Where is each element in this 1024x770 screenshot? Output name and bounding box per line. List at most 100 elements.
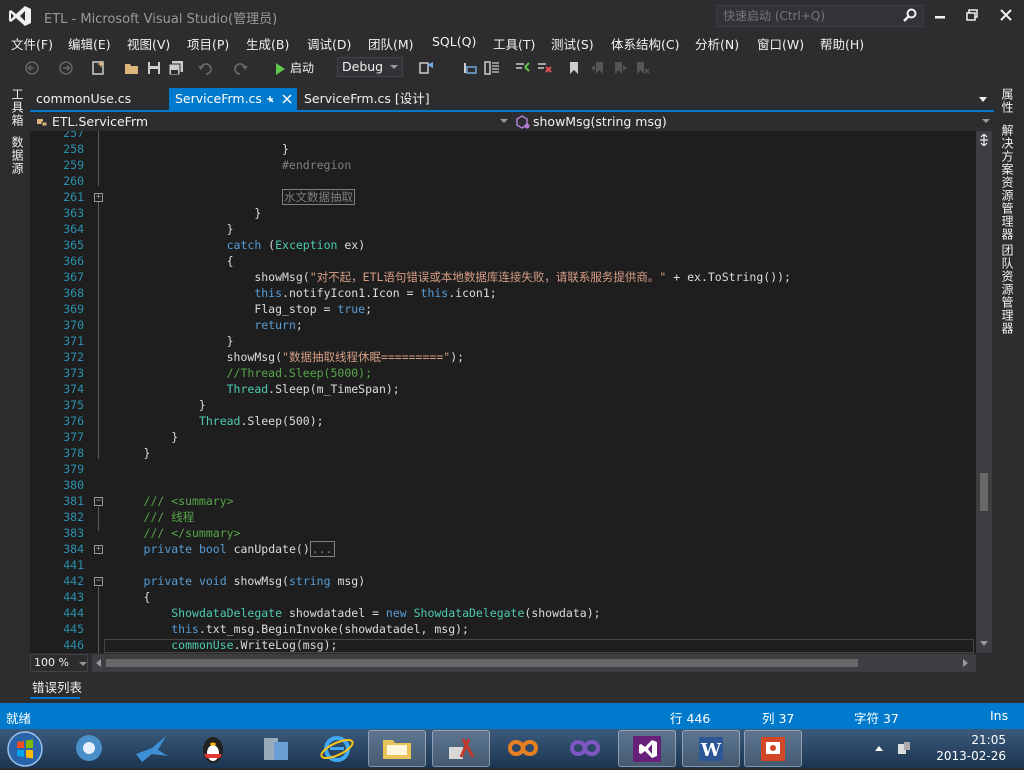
- properties-tab[interactable]: 属性: [999, 88, 1016, 114]
- scroll-left-icon[interactable]: [95, 659, 101, 667]
- uncomment-icon[interactable]: [536, 60, 552, 76]
- menu-edit[interactable]: 编辑(E): [68, 34, 111, 53]
- vertical-scrollbar[interactable]: [976, 131, 992, 653]
- scroll-right-icon[interactable]: [963, 659, 969, 667]
- minimize-button[interactable]: [926, 4, 954, 26]
- bird-icon: [136, 736, 168, 762]
- line-number: 363: [63, 206, 84, 220]
- zoom-select[interactable]: 100 %: [30, 654, 88, 672]
- device-tray-icon[interactable]: [896, 740, 912, 756]
- menu-window[interactable]: 窗口(W): [757, 34, 804, 53]
- chevron-down-icon[interactable]: [500, 119, 508, 123]
- menu-view[interactable]: 视图(V): [127, 34, 170, 53]
- line-number: 369: [63, 302, 84, 316]
- menu-sql[interactable]: SQL(Q): [432, 34, 476, 49]
- chevron-down-icon[interactable]: [982, 119, 990, 123]
- taskbar-powerpoint[interactable]: [744, 730, 802, 767]
- taskbar-qq[interactable]: [184, 730, 242, 767]
- solution-explorer-tab[interactable]: 解决方案资源管理器: [999, 124, 1016, 241]
- line-number-gutter: 257 258 259 260 261 363 364 365 366 367 …: [30, 131, 90, 653]
- tab-serviceform-code[interactable]: ServiceFrm.cs: [169, 88, 297, 110]
- system-clock[interactable]: 21:05 2013-02-26: [936, 732, 1006, 764]
- menu-architecture[interactable]: 体系结构(C): [611, 34, 679, 53]
- code-line: }: [102, 334, 234, 348]
- taskbar-visual-studio[interactable]: [618, 730, 676, 767]
- line-number: 375: [63, 398, 84, 412]
- menu-debug[interactable]: 调试(D): [307, 34, 351, 53]
- taskbar-bird-app[interactable]: [122, 730, 180, 767]
- pin-icon[interactable]: [265, 94, 275, 104]
- taskbar-explorer[interactable]: [368, 730, 426, 767]
- bookmark-icon[interactable]: [566, 60, 582, 76]
- menu-tools[interactable]: 工具(T): [493, 34, 535, 53]
- tab-commonuse[interactable]: commonUse.cs: [30, 88, 170, 110]
- menu-team[interactable]: 团队(M): [368, 34, 414, 53]
- clear-bookmarks-icon[interactable]: [634, 60, 650, 76]
- horizontal-scrollbar[interactable]: [92, 654, 976, 672]
- undo-icon[interactable]: [198, 60, 214, 76]
- redo-icon[interactable]: [232, 60, 248, 76]
- error-list-tab[interactable]: 错误列表: [32, 677, 82, 696]
- menu-test[interactable]: 测试(S): [551, 34, 594, 53]
- list-members-icon[interactable]: [484, 60, 500, 76]
- scroll-down-icon[interactable]: [980, 641, 988, 647]
- line-number: 442: [63, 574, 84, 588]
- taskbar-word[interactable]: W: [682, 730, 740, 767]
- quick-launch-input[interactable]: [723, 8, 893, 24]
- toolbox-tab[interactable]: 工具箱: [9, 88, 26, 127]
- taskbar-media-player[interactable]: [60, 730, 118, 767]
- visual-studio-icon: [633, 736, 661, 762]
- line-number: 376: [63, 414, 84, 428]
- status-column: 列 37: [762, 711, 795, 726]
- menu-analyze[interactable]: 分析(N): [695, 34, 739, 53]
- data-sources-tab[interactable]: 数据源: [9, 136, 26, 175]
- taskbar-tools-app[interactable]: [432, 730, 490, 767]
- collapsed-region[interactable]: 水文数据抽取: [282, 189, 356, 205]
- save-all-icon[interactable]: [168, 60, 184, 76]
- new-project-icon[interactable]: [90, 60, 106, 76]
- restore-button[interactable]: [958, 4, 986, 26]
- line-number: 368: [63, 286, 84, 300]
- comment-icon[interactable]: [514, 60, 530, 76]
- collapsed-method[interactable]: ...: [309, 541, 335, 557]
- menu-help[interactable]: 帮助(H): [820, 34, 864, 53]
- taskbar-vs-launcher[interactable]: [556, 730, 614, 767]
- menu-build[interactable]: 生成(B): [246, 34, 289, 53]
- code-line: showMsg("对不起，ETL语句错误或本地数据库连接失败，请联系服务提供商。…: [102, 270, 791, 284]
- navigation-bar: ETL.ServiceFrm showMsg(string msg): [30, 112, 992, 132]
- scroll-thumb[interactable]: [980, 473, 988, 511]
- scroll-thumb[interactable]: [106, 659, 858, 667]
- forward-icon[interactable]: [58, 60, 74, 76]
- next-bookmark-icon[interactable]: [612, 60, 628, 76]
- tab-serviceform-designer[interactable]: ServiceFrm.cs [设计]: [298, 88, 458, 110]
- menu-project[interactable]: 项目(P): [187, 34, 229, 53]
- zoom-value: 100 %: [34, 656, 69, 669]
- tray-expand-icon[interactable]: [874, 744, 884, 752]
- start-orb-icon[interactable]: [6, 730, 44, 768]
- start-debug-button[interactable]: 启动: [276, 60, 314, 76]
- save-icon[interactable]: [146, 60, 162, 76]
- tab-overflow-icon[interactable]: [978, 96, 988, 104]
- tab-label: ServiceFrm.cs: [175, 91, 262, 106]
- taskbar-colorful-app[interactable]: [494, 730, 552, 767]
- split-view-icon[interactable]: [978, 134, 990, 146]
- previous-bookmark-icon[interactable]: [590, 60, 606, 76]
- team-explorer-tab[interactable]: 团队资源管理器: [999, 244, 1016, 335]
- open-file-icon[interactable]: [124, 60, 140, 76]
- back-icon[interactable]: [24, 60, 40, 76]
- quick-launch-box[interactable]: [716, 5, 924, 27]
- code-editor[interactable]: 257 258 259 260 261 363 364 365 366 367 …: [30, 131, 976, 653]
- taskbar-network-app[interactable]: [246, 730, 304, 767]
- outline-guide: [98, 587, 99, 653]
- taskbar-internet-explorer[interactable]: [308, 730, 366, 767]
- search-icon[interactable]: [903, 8, 917, 22]
- close-icon[interactable]: [282, 94, 292, 104]
- close-window-button[interactable]: [992, 4, 1020, 26]
- align-icon[interactable]: [462, 60, 478, 76]
- find-in-files-icon[interactable]: [418, 60, 434, 76]
- line-number: 261: [63, 190, 84, 204]
- class-selector[interactable]: ETL.ServiceFrm: [52, 113, 148, 130]
- member-selector[interactable]: showMsg(string msg): [533, 113, 667, 130]
- solution-config-select[interactable]: Debug: [337, 57, 403, 77]
- menu-file[interactable]: 文件(F): [11, 34, 53, 53]
